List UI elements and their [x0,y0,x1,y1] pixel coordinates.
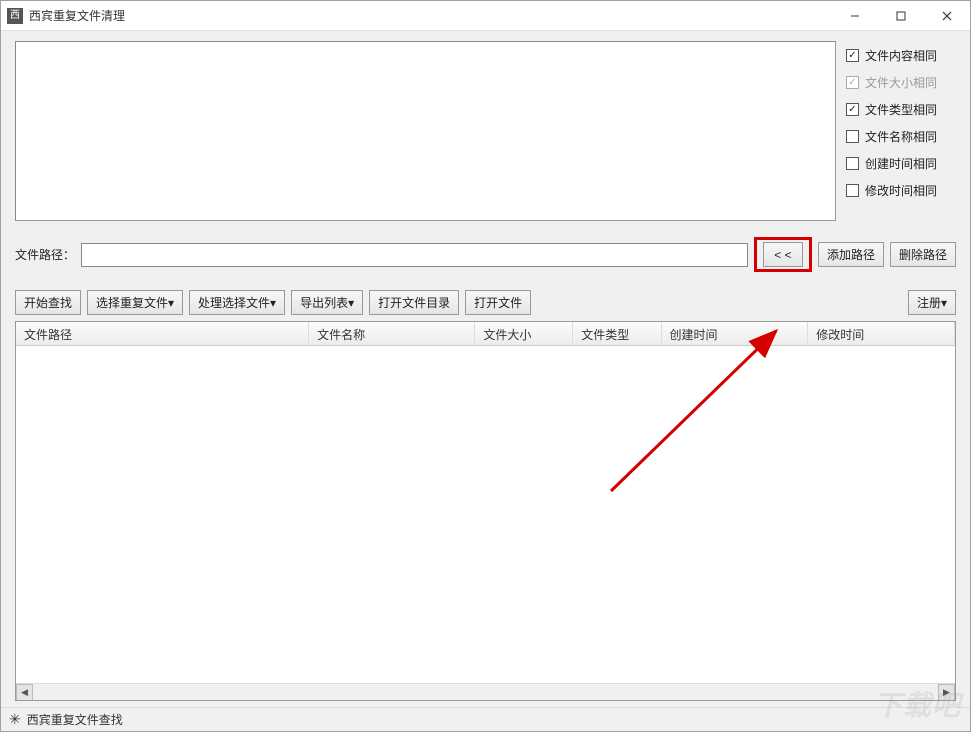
action-toolbar: 开始查找 选择重复文件▾ 处理选择文件▾ 导出列表▾ 打开文件目录 打开文件 注… [15,290,956,315]
checkbox-label: 文件类型相同 [865,101,937,118]
minimize-icon [850,11,860,21]
checkbox-label: 创建时间相同 [865,155,937,172]
table-body[interactable] [16,346,955,683]
open-file-button[interactable]: 打开文件 [465,290,531,315]
criteria-checkbox-3[interactable]: 文件名称相同 [846,128,956,145]
titlebar: 西 西宾重复文件清理 [1,1,970,31]
criteria-checkbox-5[interactable]: 修改时间相同 [846,182,956,199]
table-header: 文件路径文件名称文件大小文件类型创建时间修改时间 [16,322,955,346]
select-duplicates-button[interactable]: 选择重复文件▾ [87,290,183,315]
checkbox-icon [846,157,859,170]
status-text: 西宾重复文件查找 [27,711,123,728]
path-label: 文件路径： [15,246,75,263]
match-criteria-panel: ✓ 文件内容相同 ✓ 文件大小相同 ✓ 文件类型相同文件名称相同创建时间相同修改时间相同 [846,41,956,221]
checkbox-icon [846,130,859,143]
path-input[interactable] [81,243,748,267]
path-list-textarea[interactable] [15,41,836,221]
register-button[interactable]: 注册▾ [908,290,956,315]
criteria-checkbox-4[interactable]: 创建时间相同 [846,155,956,172]
scroll-right-icon[interactable]: ▶ [938,684,955,701]
scroll-left-icon[interactable]: ◀ [16,684,33,701]
checkbox-label: 文件内容相同 [865,47,937,64]
column-header[interactable]: 修改时间 [808,322,955,345]
criteria-checkbox-0[interactable]: ✓ 文件内容相同 [846,47,956,64]
close-button[interactable] [924,1,970,31]
column-header[interactable]: 文件大小 [475,322,573,345]
column-header[interactable]: 文件路径 [16,322,309,345]
add-path-button[interactable]: 添加路径 [818,242,884,267]
close-icon [942,11,952,21]
checkbox-icon: ✓ [846,76,859,89]
statusbar: ✳ 西宾重复文件查找 [1,707,970,731]
column-header[interactable]: 文件名称 [309,322,475,345]
results-table: 文件路径文件名称文件大小文件类型创建时间修改时间 ◀ ▶ [15,321,956,701]
checkbox-label: 修改时间相同 [865,182,937,199]
horizontal-scrollbar[interactable]: ◀ ▶ [16,683,955,700]
criteria-checkbox-2[interactable]: ✓ 文件类型相同 [846,101,956,118]
window-controls [832,1,970,31]
checkbox-icon: ✓ [846,103,859,116]
start-search-button[interactable]: 开始查找 [15,290,81,315]
checkbox-icon [846,184,859,197]
export-list-button[interactable]: 导出列表▾ [291,290,363,315]
remove-path-button[interactable]: 删除路径 [890,242,956,267]
top-row: ✓ 文件内容相同 ✓ 文件大小相同 ✓ 文件类型相同文件名称相同创建时间相同修改时间相同 [15,41,956,221]
process-selected-button[interactable]: 处理选择文件▾ [189,290,285,315]
column-header[interactable]: 文件类型 [573,322,661,345]
column-header[interactable]: 创建时间 [662,322,809,345]
content-area: ✓文件内容相同✓文件大小相同✓文件类型相同文件名称相同创建时间相同修改时间相同 … [1,31,970,707]
minimize-button[interactable] [832,1,878,31]
highlight-box: < < [754,237,812,272]
checkbox-label: 文件名称相同 [865,128,937,145]
maximize-icon [896,11,906,21]
criteria-checkbox-1: ✓ 文件大小相同 [846,74,956,91]
path-row: 文件路径： < < 添加路径 删除路径 [15,237,956,272]
open-folder-button[interactable]: 打开文件目录 [369,290,459,315]
status-icon: ✳ [9,711,21,728]
path-history-button[interactable]: < < [763,242,803,267]
window-title: 西宾重复文件清理 [29,7,832,24]
checkbox-icon: ✓ [846,49,859,62]
maximize-button[interactable] [878,1,924,31]
checkbox-label: 文件大小相同 [865,74,937,91]
app-icon: 西 [7,8,23,24]
app-window: 西 西宾重复文件清理 ✓文件内容相同✓文件大小相同✓文件类型相同文件名称相同创建… [0,0,971,732]
